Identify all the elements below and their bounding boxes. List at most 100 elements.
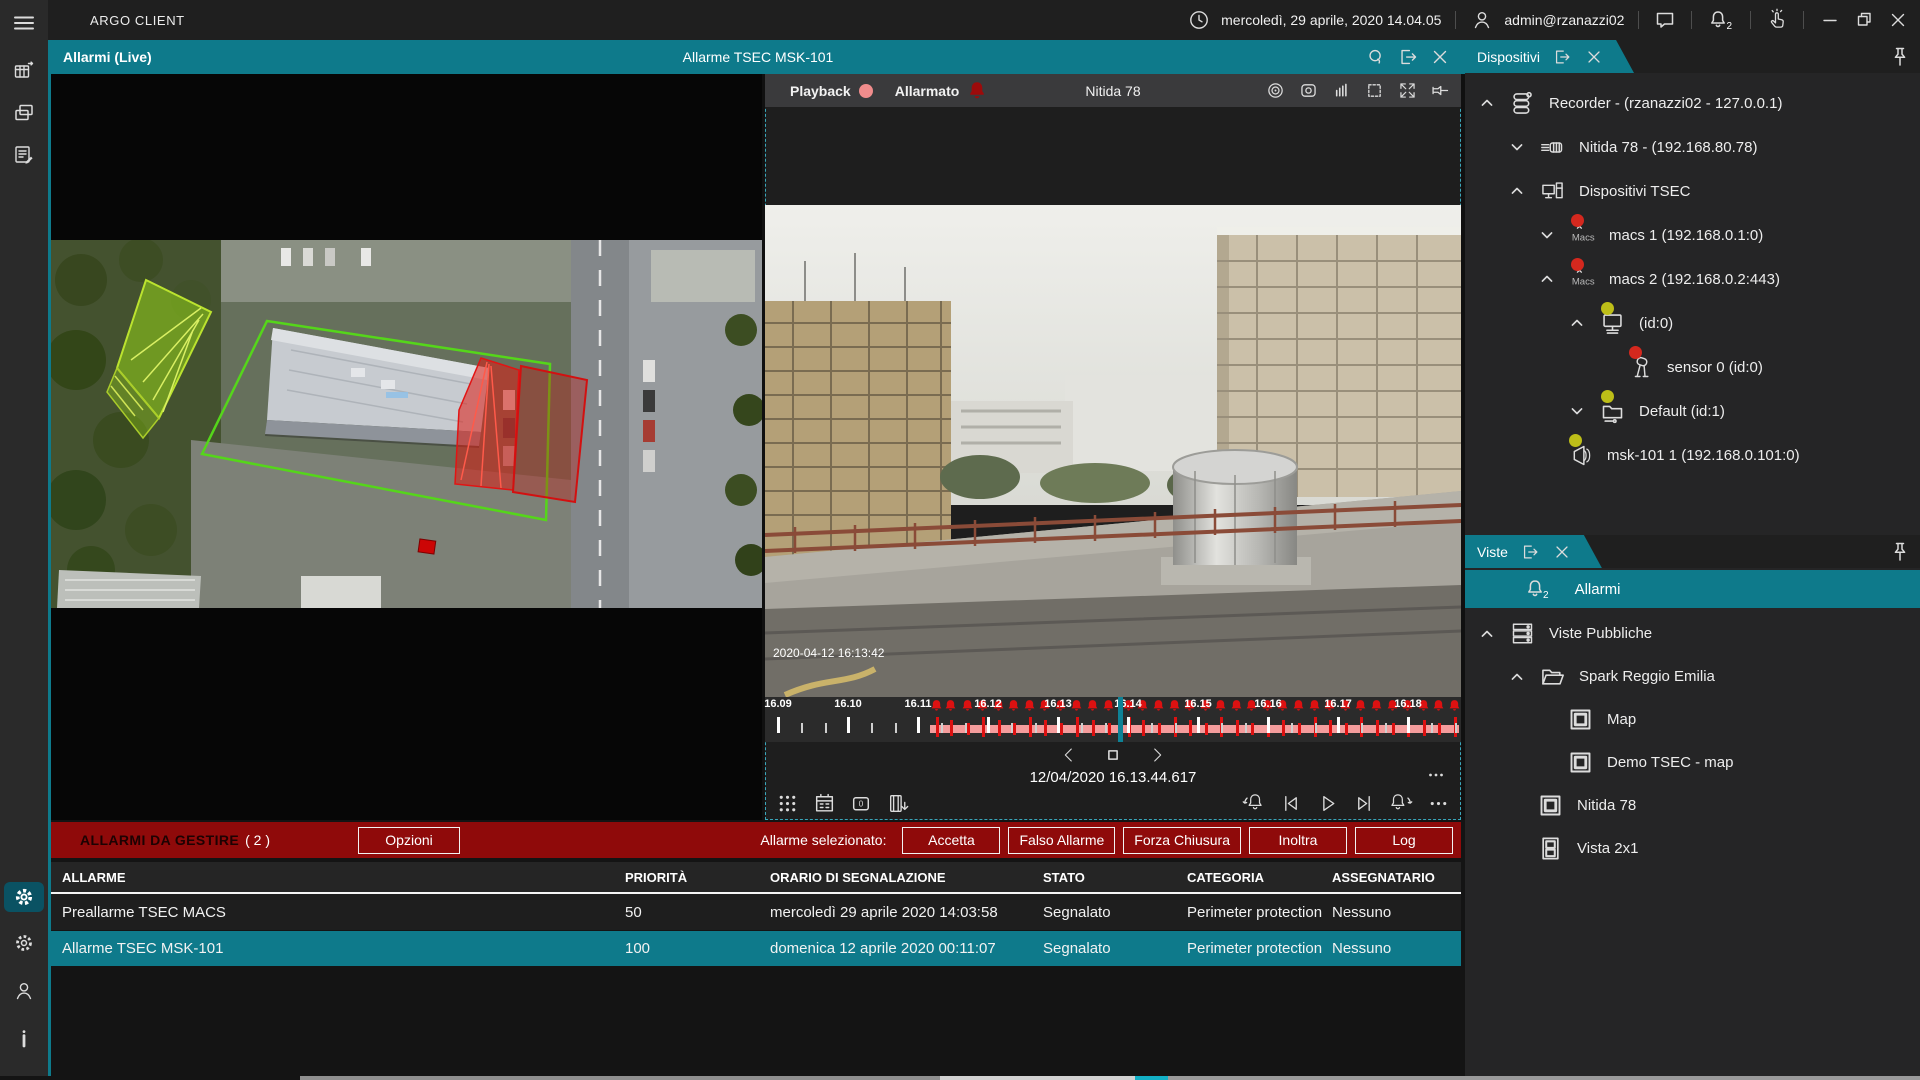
minimize-button[interactable] [1818,8,1842,32]
chevron-down-icon[interactable] [1567,400,1599,422]
calendar-button[interactable] [812,791,837,816]
alarm-event-mark [1345,723,1348,735]
close-x-icon[interactable] [1584,47,1604,67]
tree-item-dispositivi-tsec[interactable]: Dispositivi TSEC [1465,169,1920,213]
forza-chiusura-button[interactable]: Forza Chiusura [1123,827,1241,854]
chevron-up-icon[interactable] [1507,666,1539,688]
tree-item-demo-tsec-map[interactable]: Demo TSEC - map [1465,741,1920,784]
tree-item-recorder-rzanazzi02-127-0-0-1[interactable]: Recorder - (rzanazzi02 - 127.0.0.1) [1465,81,1920,125]
table-row-preallarme-tsec-macs[interactable]: Preallarme TSEC MACS50mercoledì 29 april… [51,894,1461,930]
sidebar-user-profile-button[interactable] [4,974,44,1008]
inoltra-button[interactable]: Inoltra [1249,827,1347,854]
chat-button[interactable] [1653,8,1677,32]
tab-dispositivi[interactable]: Dispositivi [1465,40,1634,73]
skip-back-button[interactable] [1278,791,1303,816]
falso-allarme-button[interactable]: Falso Allarme [1008,827,1115,854]
tree-item-nitida-78-192-168-80-78[interactable]: Nitida 78 - (192.168.80.78) [1465,125,1920,169]
snapshot-camera-button[interactable]: 0 [849,791,874,816]
chevron-up-icon[interactable] [1477,92,1509,114]
equalizer-button[interactable] [1331,80,1352,101]
tree-item-spark-reggio-emilia[interactable]: Spark Reggio Emilia [1465,655,1920,698]
sidebar-scene-editor-button[interactable] [4,54,44,88]
step-forward-button[interactable] [1146,744,1168,766]
tree-item-macs-1-192-168-0-1-0[interactable]: Macsmacs 1 (192.168.0.1:0) [1465,213,1920,257]
tree-item-nitida-78[interactable]: Nitida 78 [1465,784,1920,827]
chevron-up-icon[interactable] [1507,180,1539,202]
close-alarm-window-button[interactable] [1429,46,1451,68]
sidebar-report-button[interactable] [4,138,44,172]
table-row-allarme-tsec-msk-101[interactable]: Allarme TSEC MSK-101100domenica 12 april… [51,930,1461,966]
export-icon [1397,46,1419,68]
view-item-allarmi-selected[interactable]: 2 Allarmi [1465,570,1920,608]
step-back-button[interactable] [1058,744,1080,766]
play-button[interactable] [1315,791,1340,816]
map-pane[interactable] [51,74,762,820]
tree-item-id-0[interactable]: (id:0) [1465,301,1920,345]
tree-item-macs-2-192-168-0-2-443[interactable]: Macsmacs 2 (192.168.0.2:443) [1465,257,1920,301]
tree-item-default-id-1[interactable]: Default (id:1) [1465,389,1920,433]
next-alarm-button[interactable] [1389,791,1414,816]
fullscreen-button[interactable] [1397,80,1418,101]
alarm-bell-marker [1308,699,1321,715]
tree-item-label: macs 1 (192.168.0.1:0) [1609,227,1763,244]
close-button[interactable] [1886,8,1910,32]
log-button[interactable]: Log [1355,827,1453,854]
tree-item-viste-pubbliche[interactable]: Viste Pubbliche [1465,612,1920,655]
previous-alarm-button[interactable] [1241,791,1266,816]
snapshot-button[interactable] [1298,80,1319,101]
chevron-up-icon[interactable] [1477,623,1509,645]
tree-item-vista-2x1[interactable]: Vista 2x1 [1465,827,1920,870]
map-view[interactable] [51,240,762,608]
chevron-up-icon[interactable] [1567,312,1599,334]
tab-viste[interactable]: Viste [1465,535,1602,568]
camera-video-frame[interactable]: 2020-04-12 16:13:42 [765,205,1461,697]
options-button[interactable]: Opzioni [358,827,460,854]
alarm-table-body: Preallarme TSEC MACS50mercoledì 29 april… [51,894,1461,966]
devices-pin-button[interactable] [1888,45,1910,67]
hamburger-menu-button[interactable] [4,6,44,40]
close-x-icon[interactable] [1552,542,1572,562]
audio-listen-button[interactable] [1365,46,1387,68]
tree-item-msk-101-1-192-168-0-101-0[interactable]: msk-101 1 (192.168.0.101:0) [1465,433,1920,477]
views-pin-button[interactable] [1888,540,1910,562]
sidebar-layouts-button[interactable] [4,96,44,130]
alarm-event-mark [1189,720,1192,736]
tree-item-label: Demo TSEC - map [1607,754,1733,771]
stop-button[interactable] [1102,744,1124,766]
grid-button[interactable] [775,791,800,816]
timeline-playhead[interactable] [1118,697,1123,742]
view-item-label: Allarmi [1575,581,1621,598]
notifications-button[interactable]: 2 [1706,8,1736,32]
chevron-up-icon[interactable] [1537,268,1569,290]
tree-item-sensor-0-id-0[interactable]: sensor 0 (id:0) [1465,345,1920,389]
chevron-down-icon[interactable] [1537,224,1569,246]
main-window: Allarmi (Live) Allarme TSEC MSK-101 [48,40,1465,1076]
record-button[interactable] [1265,80,1286,101]
chevron-down-icon[interactable] [1507,136,1539,158]
export-clip-button[interactable] [886,791,911,816]
sidebar-info-button[interactable] [4,1022,44,1056]
export-window-button[interactable] [1397,46,1419,68]
skip-forward-button[interactable] [1352,791,1377,816]
accetta-button[interactable]: Accetta [902,827,1000,854]
alarm-event-mark [1142,720,1145,736]
pin-horizontal-button[interactable] [1430,80,1451,101]
timeline-subtick [1385,723,1387,733]
titlebar-right: mercoledì, 29 aprile, 2020 14.04.05 admi… [1187,8,1920,32]
info-icon [12,1027,36,1051]
alarm-view-badge: 2 [1543,590,1549,601]
tree-item-map[interactable]: Map [1465,698,1920,741]
timeline-tick [1267,717,1270,733]
export-icon[interactable] [1552,47,1572,67]
timeline-subtick [1245,723,1247,733]
touch-mode-button[interactable] [1765,8,1789,32]
camera-pane[interactable]: Playback Allarmato Nitida 78 [765,74,1461,820]
more-button[interactable] [1426,791,1451,816]
export-icon[interactable] [1520,542,1540,562]
restore-button[interactable] [1852,8,1876,32]
tab-allarmi-live[interactable]: Allarmi (Live) [63,49,152,65]
selection-button[interactable] [1364,80,1385,101]
timeline-scrubber[interactable]: 16.0916.1016.1116.1216.1316.1416.1516.16… [765,697,1461,742]
sidebar-settings-active-button[interactable] [4,882,44,912]
sidebar-service-gear-button[interactable] [4,926,44,960]
